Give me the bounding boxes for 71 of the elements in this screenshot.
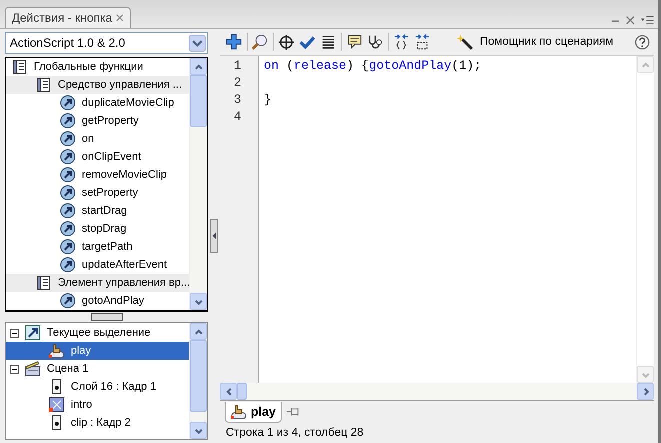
arrow-circle-icon (60, 185, 76, 201)
book-icon (36, 275, 52, 291)
arrow-circle-icon (60, 293, 76, 309)
toolbox-item[interactable]: targetPath (82, 241, 133, 253)
scrollbar-thumb[interactable] (237, 383, 247, 400)
collapse-braces-icon[interactable] (393, 34, 410, 50)
scrollbar-thumb[interactable] (190, 340, 207, 412)
splitter-handle[interactable] (90, 313, 122, 321)
hand-button-icon (231, 404, 247, 420)
toolbox-item[interactable]: startDrag (82, 205, 128, 217)
speech-bubble-icon[interactable] (346, 34, 363, 50)
text-lines-icon[interactable] (320, 34, 337, 50)
arrow-circle-icon (60, 167, 76, 183)
line-number: 1 (233, 58, 243, 75)
code-line: on (release) {gotoAndPlay(1); (264, 59, 482, 73)
toolbox-item[interactable]: duplicateMovieClip (82, 97, 174, 109)
code-line: } (264, 93, 272, 107)
script-assist-button[interactable]: Помощник по сценариям (457, 34, 614, 50)
splitter-handle[interactable] (210, 219, 218, 253)
book-icon (36, 77, 52, 93)
toolbox-item[interactable]: setProperty (82, 187, 138, 199)
crosshair-icon[interactable] (278, 34, 295, 50)
scrollbar[interactable] (220, 383, 654, 401)
toolbox-item[interactable]: onClipEvent (82, 151, 142, 163)
pin-icon[interactable] (286, 406, 302, 418)
panel-title: Действия - кнопка (12, 11, 112, 25)
movie-clip-icon (49, 397, 65, 413)
arrow-circle-icon (60, 131, 76, 147)
toolbox-item[interactable]: stopDrag (82, 223, 127, 235)
collapse-selection-icon[interactable] (414, 34, 431, 50)
line-number: 2 (233, 75, 243, 92)
navigator-item[interactable]: Слой 16 : Кадр 1 (71, 381, 156, 393)
help-icon[interactable] (635, 34, 650, 50)
arrow-square-icon (25, 325, 41, 341)
arrow-circle-icon (60, 149, 76, 165)
collapse-icon[interactable] (10, 364, 19, 374)
navigator-item[interactable]: play (71, 345, 92, 357)
magic-wand-icon (457, 34, 474, 50)
toolbox-item[interactable]: Глобальные функции (34, 61, 144, 73)
clapperboard-icon (25, 361, 41, 377)
arrow-circle-icon (60, 239, 76, 255)
add-icon[interactable] (226, 34, 243, 50)
panel-menu-icon[interactable] (641, 16, 654, 25)
navigator-item[interactable]: Сцена 1 (47, 363, 89, 375)
search-icon[interactable] (252, 34, 269, 50)
toolbox-item[interactable]: updateAfterEvent (82, 259, 168, 271)
scrollbar-thumb[interactable] (190, 75, 207, 127)
status-text: Строка 1 из 4, столбец 28 (225, 426, 365, 441)
hand-button-icon (49, 343, 65, 359)
stethoscope-icon[interactable] (367, 34, 384, 50)
navigator-item[interactable]: intro (71, 399, 92, 411)
toolbox-item[interactable]: on (82, 133, 94, 145)
close-icon[interactable] (626, 16, 635, 25)
toolbox-item[interactable]: gotoAndPlay (82, 295, 144, 307)
navigator-item[interactable]: clip : Кадр 2 (71, 417, 131, 429)
toolbox-item[interactable]: removeMovieClip (82, 169, 167, 181)
navigator-item[interactable]: Текущее выделение (47, 327, 151, 339)
arrow-circle-icon (60, 203, 76, 219)
arrow-circle-icon (60, 221, 76, 237)
line-number: 4 (233, 109, 243, 126)
script-tab[interactable]: play (225, 402, 282, 423)
arrow-circle-icon (60, 95, 76, 111)
arrow-circle-icon (60, 257, 76, 273)
language-select[interactable]: ActionScript 1.0 & 2.0 (5, 32, 208, 54)
script-tab-label: play (251, 405, 276, 419)
collapse-icon[interactable] (10, 328, 19, 338)
panel-tab[interactable]: Действия - кнопка (5, 7, 132, 28)
line-number: 3 (233, 92, 243, 109)
toolbox-item[interactable]: getProperty (82, 115, 139, 127)
arrow-circle-icon (60, 113, 76, 129)
close-icon[interactable] (116, 14, 124, 22)
